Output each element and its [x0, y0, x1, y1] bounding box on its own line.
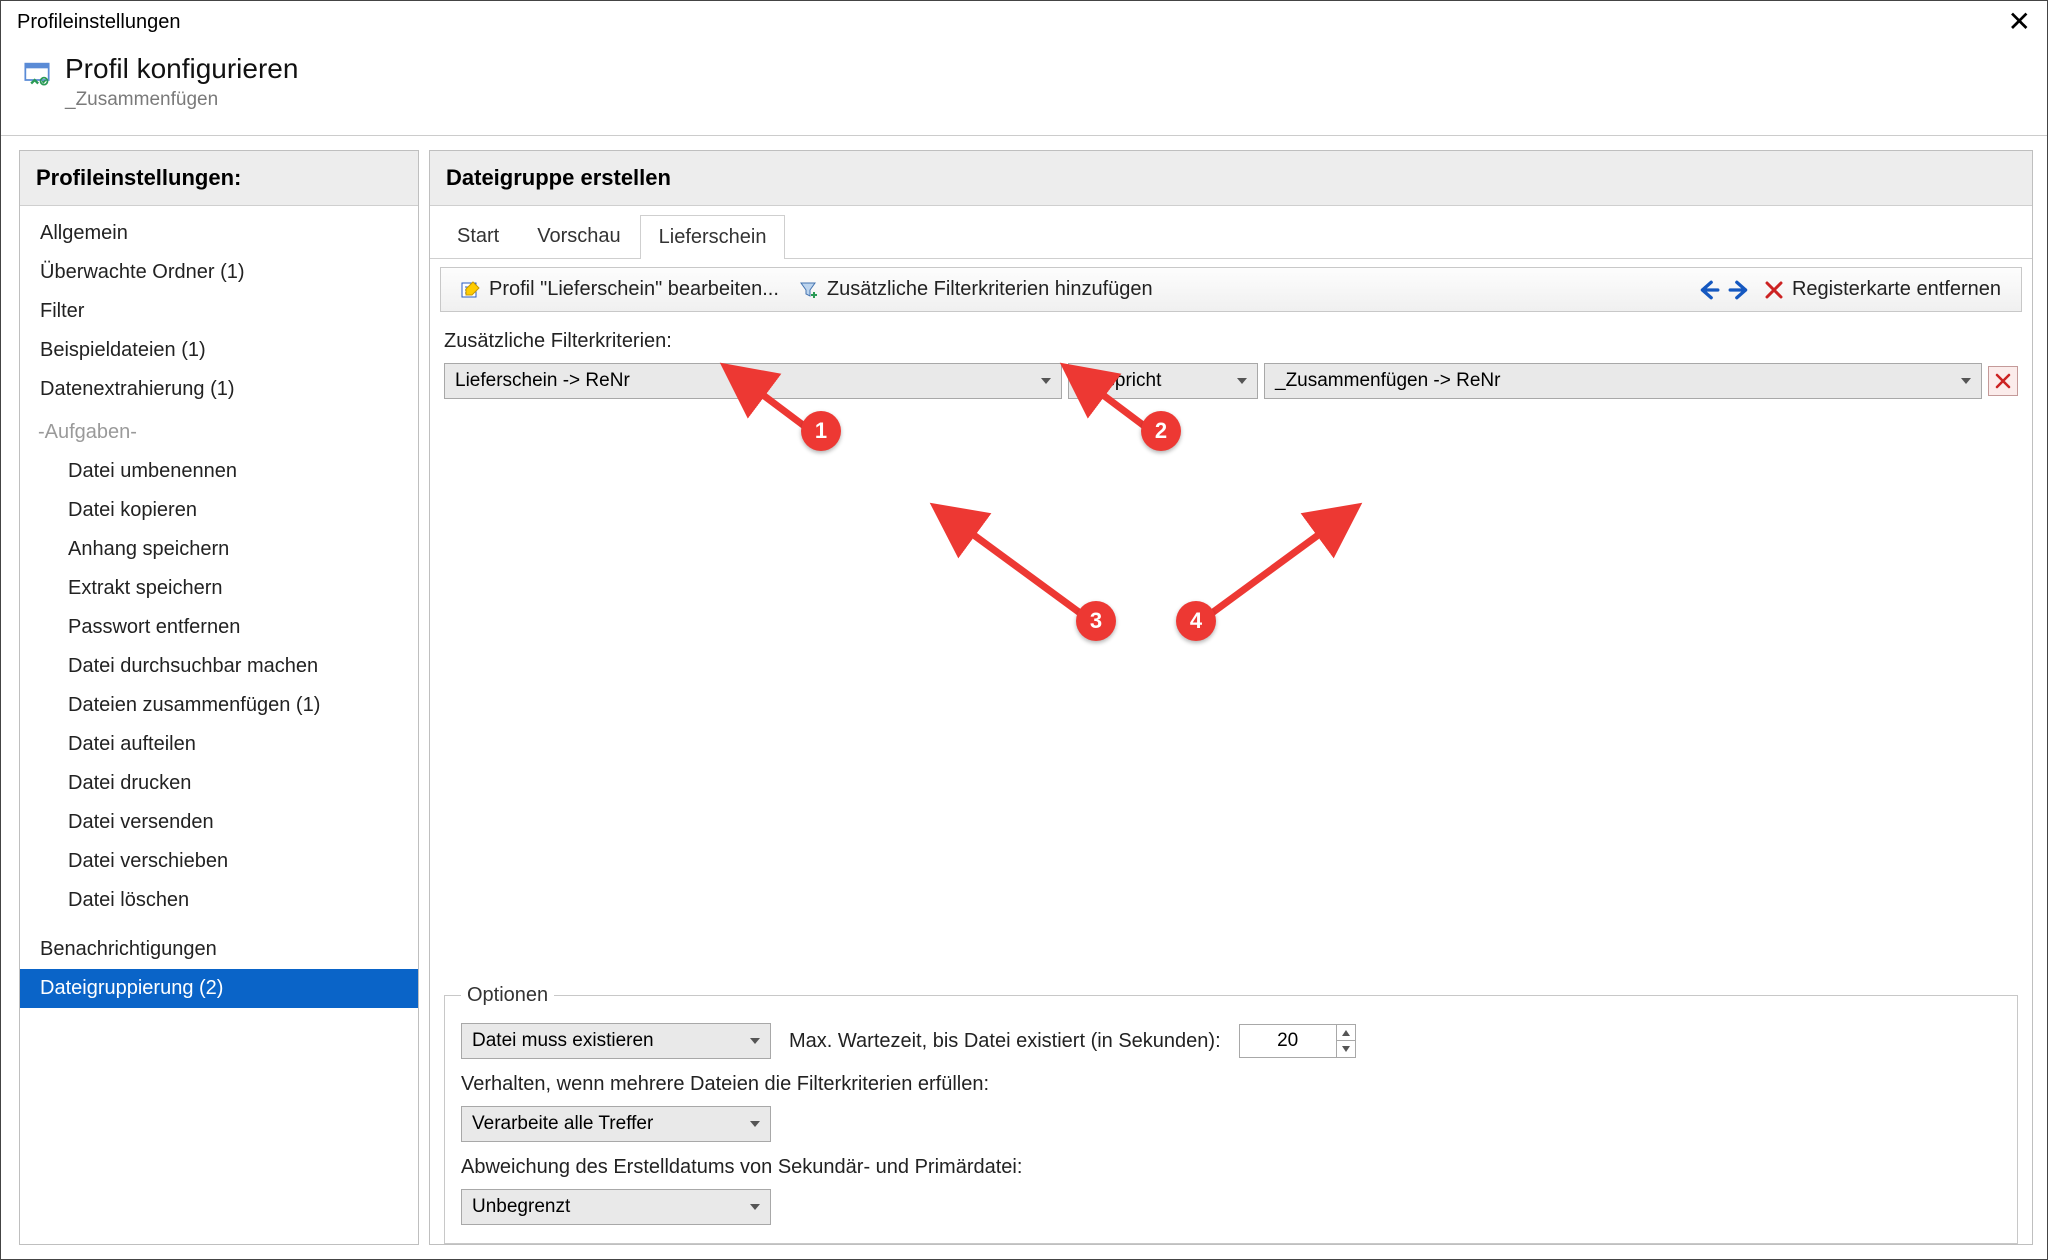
edit-icon [461, 280, 481, 300]
tab-preview[interactable]: Vorschau [518, 214, 639, 258]
add-filter-button[interactable]: Zusätzliche Filterkriterien hinzufügen [789, 274, 1163, 305]
sidebar-task-send[interactable]: Datei versenden [20, 803, 418, 842]
profile-icon [23, 59, 51, 87]
wait-label: Max. Wartezeit, bis Datei existiert (in … [789, 1030, 1221, 1053]
sidebar-item-notifications[interactable]: Benachrichtigungen [20, 930, 418, 969]
exist-mode-combo[interactable]: Datei muss existieren [461, 1023, 771, 1059]
sidebar-task-searchable[interactable]: Datei durchsuchbar machen [20, 647, 418, 686]
sidebar-item-extraction[interactable]: Datenextrahierung (1) [20, 370, 418, 409]
options-legend: Optionen [461, 984, 554, 1007]
sidebar-task-delete[interactable]: Datei löschen [20, 881, 418, 920]
spinner-down-icon[interactable] [1337, 1041, 1355, 1057]
spinner-up-icon[interactable] [1337, 1025, 1355, 1041]
window-title: Profileinstellungen [17, 11, 180, 34]
filter-right-value: _Zusammenfügen -> ReNr [1275, 370, 1500, 392]
sidebar-task-rename[interactable]: Datei umbenennen [20, 452, 418, 491]
close-icon[interactable]: ✕ [2008, 8, 2031, 36]
sidebar-item-allgemein[interactable]: Allgemein [20, 214, 418, 253]
sidebar-task-print[interactable]: Datei drucken [20, 764, 418, 803]
main-title: Dateigruppe erstellen [430, 151, 2032, 206]
sidebar-title: Profileinstellungen: [20, 151, 418, 206]
deviation-combo[interactable]: Unbegrenzt [461, 1189, 771, 1225]
sidebar-task-save-attach[interactable]: Anhang speichern [20, 530, 418, 569]
move-right-button[interactable] [1724, 277, 1754, 303]
wait-seconds-spinner[interactable] [1239, 1024, 1356, 1058]
multi-label: Verhalten, wenn mehrere Dateien die Filt… [461, 1073, 2001, 1096]
sidebar-task-move[interactable]: Datei verschieben [20, 842, 418, 881]
filter-plus-icon [799, 280, 819, 300]
sidebar-task-remove-pw[interactable]: Passwort entfernen [20, 608, 418, 647]
tab-lieferschein[interactable]: Lieferschein [640, 215, 786, 259]
remove-tab-button[interactable]: Registerkarte entfernen [1754, 274, 2011, 305]
filter-left-combo[interactable]: Lieferschein -> ReNr [444, 363, 1062, 399]
filter-right-combo[interactable]: _Zusammenfügen -> ReNr [1264, 363, 1982, 399]
tab-start[interactable]: Start [438, 214, 518, 258]
remove-tab-label: Registerkarte entfernen [1792, 278, 2001, 301]
filter-left-value: Lieferschein -> ReNr [455, 370, 630, 392]
sidebar-item-folders[interactable]: Überwachte Ordner (1) [20, 253, 418, 292]
add-filter-label: Zusätzliche Filterkriterien hinzufügen [827, 278, 1153, 301]
x-icon [1764, 280, 1784, 300]
multi-combo[interactable]: Verarbeite alle Treffer [461, 1106, 771, 1142]
edit-profile-button[interactable]: Profil "Lieferschein" bearbeiten... [451, 274, 789, 305]
sidebar-item-examples[interactable]: Beispieldateien (1) [20, 331, 418, 370]
deviation-label: Abweichung des Erstelldatums von Sekundä… [461, 1156, 2001, 1179]
multi-value: Verarbeite alle Treffer [472, 1113, 653, 1135]
sidebar-task-save-extract[interactable]: Extrakt speichern [20, 569, 418, 608]
filter-section-label: Zusätzliche Filterkriterien: [444, 330, 2018, 353]
sidebar-item-filegrouping[interactable]: Dateigruppierung (2) [20, 969, 418, 1008]
page-subtitle: _Zusammenfügen [65, 89, 298, 111]
page-title: Profil konfigurieren [65, 53, 298, 85]
deviation-value: Unbegrenzt [472, 1196, 570, 1218]
filter-op-value: entspricht [1079, 370, 1161, 392]
filter-delete-button[interactable] [1988, 366, 2018, 396]
sidebar-task-copy[interactable]: Datei kopieren [20, 491, 418, 530]
exist-mode-value: Datei muss existieren [472, 1030, 654, 1052]
sidebar-tasks-header: -Aufgaben- [20, 409, 418, 452]
wait-seconds-input[interactable] [1240, 1025, 1336, 1057]
filter-op-combo[interactable]: entspricht [1068, 363, 1258, 399]
sidebar-item-filter[interactable]: Filter [20, 292, 418, 331]
sidebar-task-split[interactable]: Datei aufteilen [20, 725, 418, 764]
move-left-button[interactable] [1694, 277, 1724, 303]
sidebar-task-merge[interactable]: Dateien zusammenfügen (1) [20, 686, 418, 725]
edit-profile-label: Profil "Lieferschein" bearbeiten... [489, 278, 779, 301]
